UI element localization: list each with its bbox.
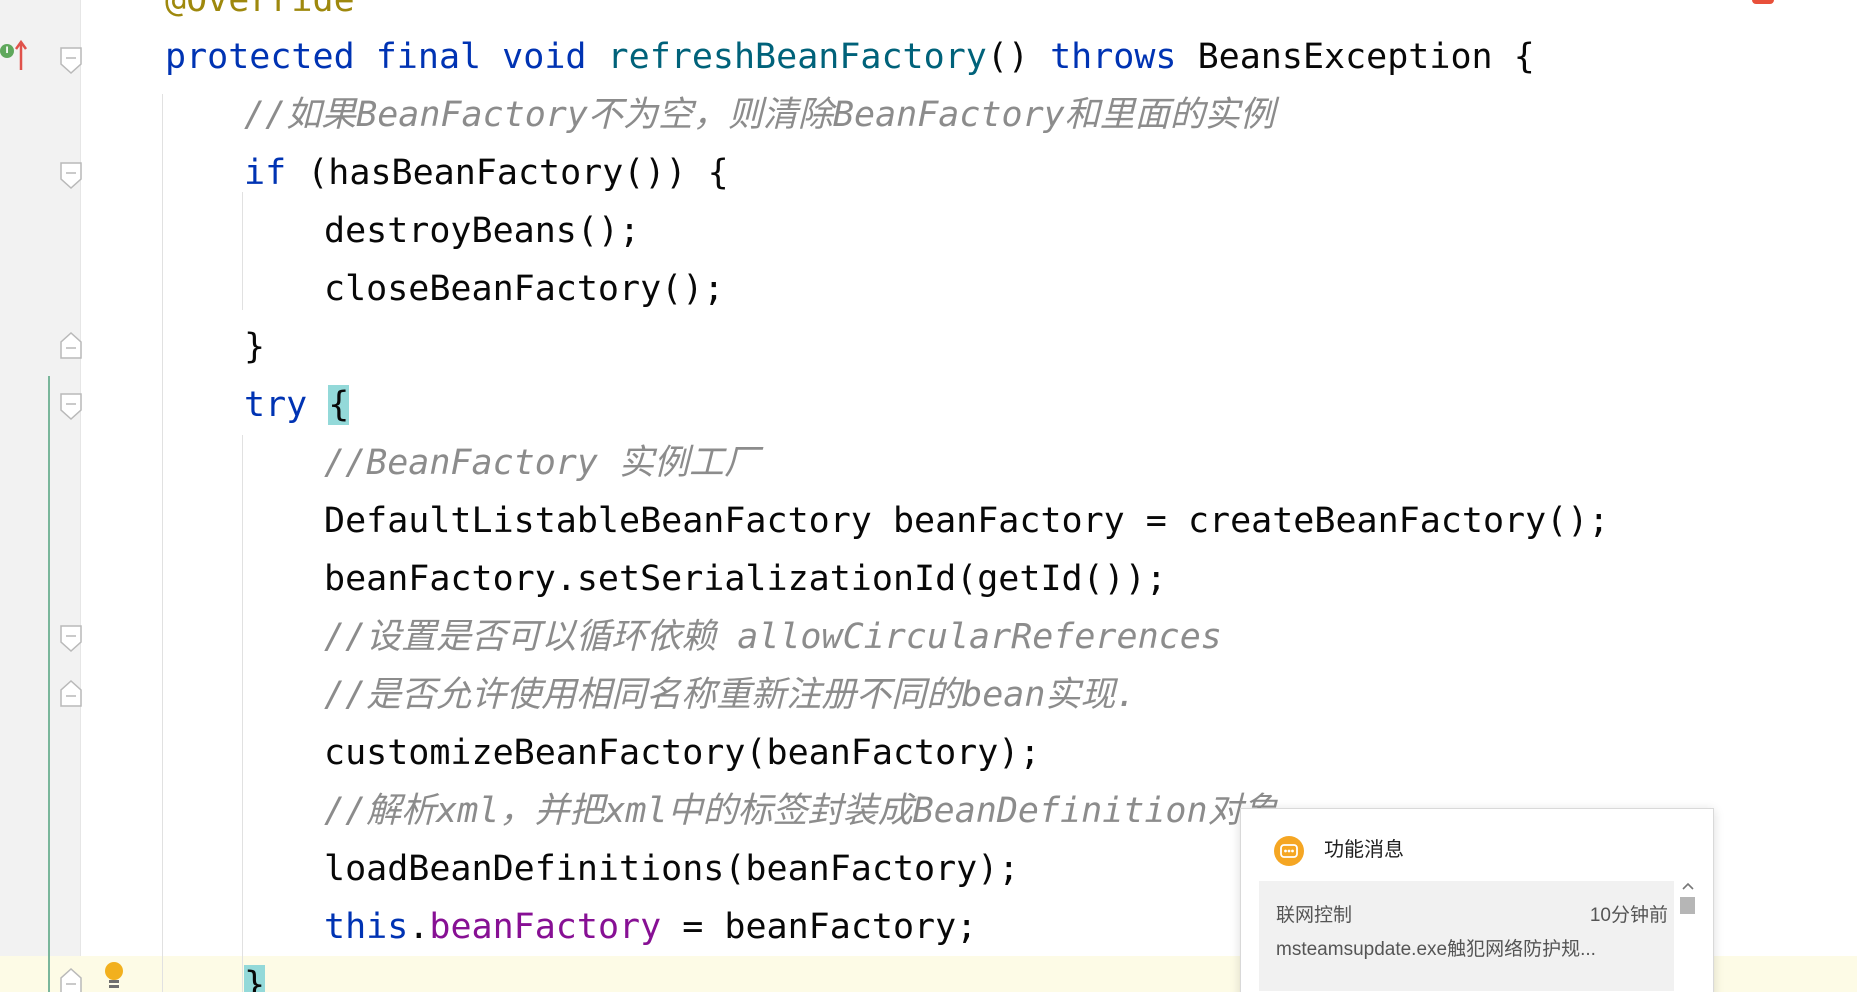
fold-marker-icon[interactable]: [59, 624, 83, 654]
fold-marker-icon[interactable]: [59, 966, 83, 992]
code-line-create[interactable]: DefaultListableBeanFactory beanFactory =…: [324, 492, 1609, 550]
keyword-if: if: [244, 153, 287, 193]
try-statement-line[interactable]: try {: [244, 376, 350, 434]
method-name: refreshBeanFactory: [607, 37, 987, 77]
keyword-throws: throws: [1050, 37, 1177, 77]
exception-type: BeansException: [1197, 37, 1493, 77]
notification-time: 10分钟前: [1589, 905, 1668, 926]
method-open-brace: {: [1513, 37, 1535, 77]
fold-marker-icon[interactable]: [59, 46, 83, 76]
code-line-customize[interactable]: customizeBeanFactory(beanFactory);: [324, 724, 1040, 782]
try-close-line[interactable]: }: [244, 956, 266, 992]
assignment-rest: = beanFactory;: [661, 907, 978, 947]
keyword-protected: protected: [165, 37, 355, 77]
method-parens: (): [986, 37, 1029, 77]
code-line-close[interactable]: closeBeanFactory();: [324, 260, 724, 318]
notification-source: 联网控制: [1276, 905, 1353, 926]
fold-marker-icon[interactable]: [59, 392, 83, 422]
method-signature-line[interactable]: protected final void refreshBeanFactory(…: [165, 28, 1535, 86]
notification-scrollbar[interactable]: [1680, 897, 1695, 914]
chevron-up-icon[interactable]: [1679, 879, 1697, 891]
comment-line[interactable]: //设置是否可以循环依赖 allowCircularReferences: [324, 608, 1222, 666]
code-line-serialization[interactable]: beanFactory.setSerializationId(getId());: [324, 550, 1167, 608]
notification-popup[interactable]: 功能消息 联网控制 10分钟前 msteamsupdate.exe触犯网络防护规…: [1240, 808, 1714, 992]
indent-guide: [162, 94, 163, 992]
message-icon: [1274, 836, 1304, 866]
comment-line[interactable]: //BeanFactory 实例工厂: [324, 434, 759, 492]
notification-message: msteamsupdate.exe触犯网络防护规...: [1276, 939, 1596, 960]
gutter-divider: [80, 0, 81, 992]
override-annotation[interactable]: @Override: [165, 0, 355, 29]
override-arrow-icon[interactable]: [14, 38, 28, 72]
fold-marker-icon[interactable]: [59, 678, 83, 708]
comment-line[interactable]: //如果BeanFactory不为空，则清除BeanFactory和里面的实例: [244, 86, 1275, 144]
error-stripe-marker: [1752, 0, 1774, 4]
field-reference: beanFactory: [429, 907, 662, 947]
editor-gutter: [0, 0, 80, 992]
comment-line[interactable]: //解析xml，并把xml中的标签封装成BeanDefinition对象: [324, 782, 1278, 840]
fold-marker-icon[interactable]: [59, 161, 83, 191]
indent-guide: [242, 192, 243, 310]
if-close-brace[interactable]: }: [244, 318, 265, 376]
code-line-load[interactable]: loadBeanDefinitions(beanFactory);: [324, 840, 1019, 898]
intention-bulb-icon[interactable]: [102, 960, 126, 992]
if-condition: (hasBeanFactory()) {: [286, 153, 729, 193]
member-access-dot: .: [408, 907, 430, 947]
keyword-try: try: [244, 385, 308, 425]
fold-marker-icon[interactable]: [59, 330, 83, 360]
matched-brace: {: [328, 385, 350, 425]
if-statement-line[interactable]: if (hasBeanFactory()) {: [244, 144, 729, 202]
implements-icon[interactable]: I: [0, 44, 14, 58]
annotation: @Override: [165, 0, 355, 20]
comment-line[interactable]: //是否允许使用相同名称重新注册不同的bean实现.: [324, 666, 1137, 724]
keyword-void: void: [502, 37, 587, 77]
indent-guide: [242, 435, 243, 992]
notification-item[interactable]: 联网控制 10分钟前 msteamsupdate.exe触犯网络防护规...: [1259, 881, 1674, 991]
vcs-change-marker[interactable]: [48, 376, 50, 992]
matched-brace: }: [244, 965, 266, 992]
notification-title: 功能消息: [1324, 839, 1404, 861]
keyword-final: final: [375, 37, 482, 77]
keyword-this: this: [324, 907, 409, 947]
code-editor[interactable]: I @Override protected final void refresh…: [0, 0, 1857, 992]
code-line-destroy[interactable]: destroyBeans();: [324, 202, 640, 260]
code-line-assign[interactable]: this.beanFactory = beanFactory;: [324, 898, 977, 956]
